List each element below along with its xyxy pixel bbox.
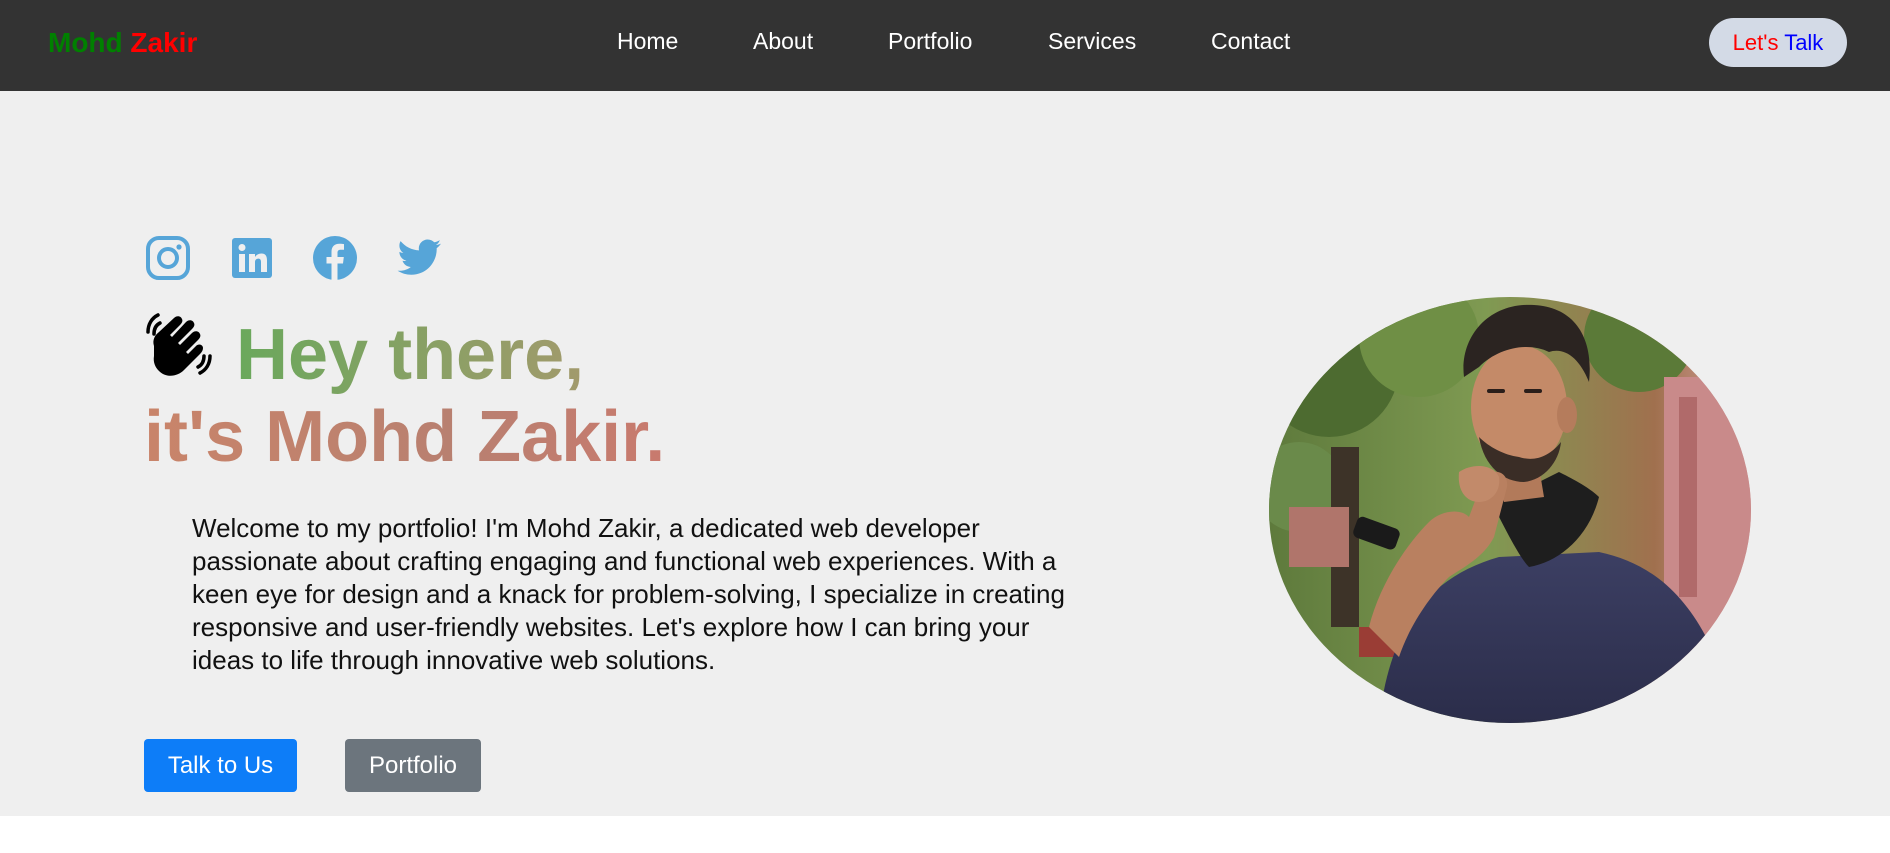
instagram-icon[interactable] — [145, 235, 191, 281]
lets-talk-button[interactable]: Let's Talk — [1709, 18, 1847, 67]
nav-links: Home About Portfolio Services Contact — [0, 0, 1890, 91]
lets-talk-part1: Let's — [1732, 29, 1779, 55]
waving-hand-icon — [144, 310, 216, 380]
hero-greeting: Hey there, — [236, 315, 585, 395]
nav-link-home[interactable]: Home — [617, 28, 678, 55]
portfolio-button[interactable]: Portfolio — [345, 739, 481, 792]
nav-link-contact[interactable]: Contact — [1211, 28, 1290, 55]
facebook-icon[interactable] — [312, 235, 358, 281]
talk-to-us-button[interactable]: Talk to Us — [144, 739, 297, 792]
lets-talk-part2: Talk — [1784, 29, 1824, 55]
nav-link-portfolio[interactable]: Portfolio — [888, 28, 972, 55]
hero-name: it's Mohd Zakir. — [144, 397, 666, 477]
navbar: Mohd Zakir Home About Portfolio Services… — [0, 0, 1890, 91]
nav-link-about[interactable]: About — [753, 28, 813, 55]
linkedin-icon[interactable] — [229, 235, 275, 281]
nav-link-services[interactable]: Services — [1048, 28, 1136, 55]
hero-intro-text: Welcome to my portfolio! I'm Mohd Zakir,… — [192, 513, 1065, 675]
profile-photo — [1269, 297, 1751, 723]
twitter-icon[interactable] — [396, 235, 442, 281]
